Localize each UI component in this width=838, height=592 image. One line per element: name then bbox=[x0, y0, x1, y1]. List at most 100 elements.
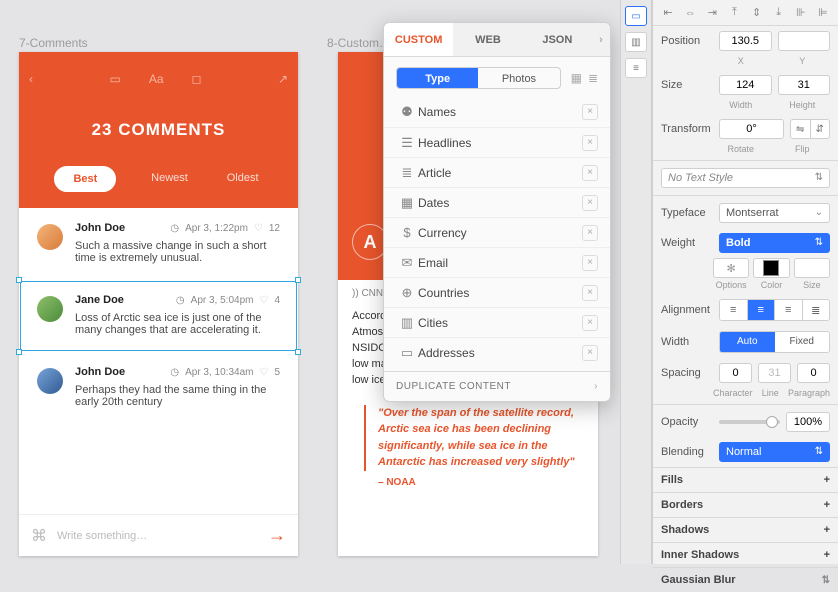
rotate-input[interactable] bbox=[719, 119, 784, 139]
heart-icon[interactable]: ♡ bbox=[259, 295, 268, 306]
borders-section[interactable]: Borders+ bbox=[653, 492, 838, 517]
add-inner-shadow-icon[interactable]: + bbox=[824, 549, 830, 561]
remove-icon[interactable]: × bbox=[582, 285, 598, 301]
design-canvas[interactable]: 7-Comments 8-Custom… ‹ ▭ Aa ◻ ↗ 23 COMME… bbox=[0, 0, 620, 564]
like-count: 4 bbox=[274, 295, 280, 306]
dropdown-row-countries[interactable]: ⊕Countries× bbox=[384, 277, 610, 307]
distribute-v-icon[interactable]: ⊫ bbox=[816, 6, 830, 19]
tab-web[interactable]: WEB bbox=[453, 23, 522, 56]
back-icon[interactable]: ‹ bbox=[29, 72, 33, 86]
position-x-input[interactable] bbox=[719, 31, 772, 51]
tab-json[interactable]: JSON bbox=[523, 23, 592, 56]
text-align-buttons: ≡ ≡ ≡ ≣ bbox=[719, 299, 830, 321]
height-input[interactable] bbox=[778, 75, 831, 95]
strip-styles-icon[interactable]: ≡ bbox=[625, 58, 647, 78]
heart-icon[interactable]: ♡ bbox=[259, 367, 268, 378]
font-size-input[interactable]: 26 bbox=[794, 258, 830, 278]
dropdown-row-headlines[interactable]: ☰Headlines× bbox=[384, 127, 610, 157]
width-fixed[interactable]: Fixed bbox=[775, 332, 830, 352]
width-auto[interactable]: Auto bbox=[720, 332, 775, 352]
attachment-icon[interactable]: ⌘ bbox=[31, 526, 47, 546]
text-align-center[interactable]: ≡ bbox=[747, 300, 775, 320]
comment-item[interactable]: John Doe ◷ Apr 3, 10:34am ♡ 5 Perhaps th… bbox=[19, 352, 298, 424]
list-view-icon[interactable]: ≣ bbox=[588, 71, 598, 85]
quote-source: – NOAA bbox=[378, 477, 598, 488]
flip-h-icon[interactable]: ⇋ bbox=[791, 120, 810, 138]
dropdown-row-article[interactable]: ≣Article× bbox=[384, 157, 610, 187]
align-right-icon[interactable]: ⇥ bbox=[705, 6, 719, 19]
sort-newest[interactable]: Newest bbox=[147, 166, 192, 192]
content-dropdown: CUSTOM WEB JSON › Type Photos ▦ ≣ ⚉Names… bbox=[383, 22, 611, 402]
blur-section[interactable]: Gaussian Blur⇅ bbox=[653, 567, 838, 592]
para-spacing-input[interactable] bbox=[797, 363, 830, 383]
dropdown-footer[interactable]: DUPLICATE CONTENT › bbox=[384, 371, 610, 401]
fills-section[interactable]: Fills+ bbox=[653, 467, 838, 492]
remove-icon[interactable]: × bbox=[582, 104, 598, 120]
align-bottom-icon[interactable]: ⤓ bbox=[772, 6, 786, 19]
char-spacing-input[interactable] bbox=[719, 363, 752, 383]
dropdown-row-dates[interactable]: ▦Dates× bbox=[384, 187, 610, 217]
text-style-select[interactable]: No Text Style⇅ bbox=[661, 168, 830, 188]
add-border-icon[interactable]: + bbox=[824, 499, 830, 511]
blending-select[interactable]: Normal⇅ bbox=[719, 442, 830, 462]
remove-icon[interactable]: × bbox=[582, 165, 598, 181]
bookmark-icon[interactable]: ◻ bbox=[192, 72, 202, 86]
line-spacing-input[interactable] bbox=[758, 363, 791, 383]
strip-layers-icon[interactable]: ▥ bbox=[625, 32, 647, 52]
align-top-icon[interactable]: ⤒ bbox=[727, 6, 741, 19]
text-align-right[interactable]: ≡ bbox=[774, 300, 802, 320]
avatar bbox=[37, 296, 63, 322]
dropdown-row-addresses[interactable]: ▭Addresses× bbox=[384, 337, 610, 367]
align-left-icon[interactable]: ⇤ bbox=[661, 6, 675, 19]
dropdown-row-cities[interactable]: ▥Cities× bbox=[384, 307, 610, 337]
comment-item[interactable]: Jane Doe ◷ Apr 3, 5:04pm ♡ 4 Loss of Arc… bbox=[19, 280, 298, 352]
strip-inspector-icon[interactable]: ▭ bbox=[625, 6, 647, 26]
comment-author: John Doe bbox=[75, 366, 125, 378]
remove-icon[interactable]: × bbox=[582, 255, 598, 271]
share-icon[interactable]: ↗ bbox=[278, 72, 288, 86]
remove-icon[interactable]: × bbox=[582, 195, 598, 211]
tab-more[interactable]: › bbox=[592, 23, 610, 56]
weight-select[interactable]: Bold⇅ bbox=[719, 233, 830, 253]
text-options-button[interactable]: ✻ bbox=[713, 258, 749, 278]
position-y-input[interactable] bbox=[778, 31, 831, 51]
sort-oldest[interactable]: Oldest bbox=[223, 166, 263, 192]
artboard-label-customize[interactable]: 8-Custom… bbox=[327, 36, 391, 50]
opacity-input[interactable] bbox=[786, 412, 830, 432]
artboard-comments[interactable]: ‹ ▭ Aa ◻ ↗ 23 COMMENTS Best Newest Oldes… bbox=[19, 52, 298, 556]
artboard-label-comments[interactable]: 7-Comments bbox=[19, 36, 88, 50]
clock-icon: ◷ bbox=[170, 367, 179, 378]
sort-best[interactable]: Best bbox=[54, 166, 116, 192]
segment-photos[interactable]: Photos bbox=[478, 68, 559, 88]
width-input[interactable] bbox=[719, 75, 772, 95]
align-center-v-icon[interactable]: ⇕ bbox=[750, 6, 764, 19]
add-shadow-icon[interactable]: + bbox=[824, 524, 830, 536]
align-center-h-icon[interactable]: ⇔ bbox=[683, 7, 697, 19]
distribute-h-icon[interactable]: ⊪ bbox=[794, 6, 808, 19]
text-color-button[interactable] bbox=[753, 258, 789, 278]
tab-custom[interactable]: CUSTOM bbox=[384, 23, 453, 56]
chat-icon[interactable]: ▭ bbox=[109, 72, 120, 86]
inner-shadows-section[interactable]: Inner Shadows+ bbox=[653, 542, 838, 567]
flip-v-icon[interactable]: ⇵ bbox=[810, 120, 830, 138]
shadows-section[interactable]: Shadows+ bbox=[653, 517, 838, 542]
dropdown-row-currency[interactable]: $Currency× bbox=[384, 217, 610, 247]
text-align-left[interactable]: ≡ bbox=[720, 300, 747, 320]
add-fill-icon[interactable]: + bbox=[824, 474, 830, 486]
dropdown-row-names[interactable]: ⚉Names× bbox=[384, 97, 610, 127]
remove-icon[interactable]: × bbox=[582, 345, 598, 361]
remove-icon[interactable]: × bbox=[582, 315, 598, 331]
typeface-select[interactable]: Montserrat⌄ bbox=[719, 203, 830, 223]
heart-icon[interactable]: ♡ bbox=[254, 223, 263, 234]
grid-view-icon[interactable]: ▦ bbox=[571, 71, 582, 85]
send-icon[interactable]: → bbox=[268, 525, 286, 546]
opacity-slider[interactable] bbox=[719, 420, 780, 424]
text-align-justify[interactable]: ≣ bbox=[802, 300, 830, 320]
remove-icon[interactable]: × bbox=[582, 225, 598, 241]
dropdown-row-email[interactable]: ✉Email× bbox=[384, 247, 610, 277]
remove-icon[interactable]: × bbox=[582, 135, 598, 151]
comment-item[interactable]: John Doe ◷ Apr 3, 1:22pm ♡ 12 Such a mas… bbox=[19, 208, 298, 280]
comment-input[interactable]: Write something… bbox=[57, 530, 147, 542]
segment-type[interactable]: Type bbox=[397, 68, 478, 88]
font-icon[interactable]: Aa bbox=[149, 72, 164, 86]
